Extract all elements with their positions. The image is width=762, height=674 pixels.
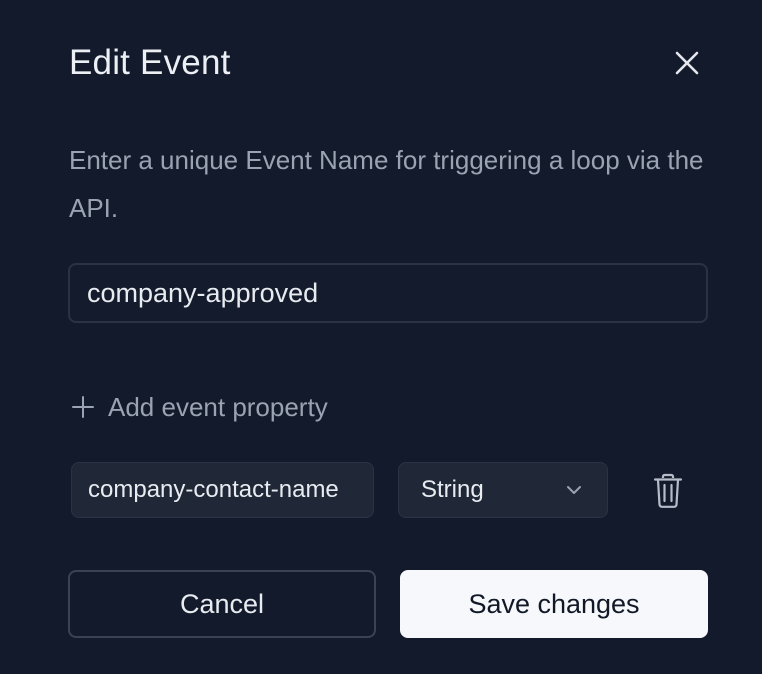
edit-event-dialog: Edit Event Enter a unique Event Name for… [0,0,762,674]
add-event-property-button[interactable]: Add event property [70,386,328,428]
trash-icon [653,473,683,508]
chevron-down-icon [563,479,585,501]
cancel-button[interactable]: Cancel [68,570,376,638]
plus-icon [70,394,96,420]
property-type-value: String [421,476,484,503]
property-name-input[interactable] [71,462,374,518]
delete-property-button[interactable] [648,470,688,512]
dialog-description: Enter a unique Event Name for triggering… [69,145,704,223]
close-button[interactable] [668,44,706,82]
event-name-input[interactable] [68,263,708,323]
property-type-select[interactable]: String [398,462,608,518]
dialog-title: Edit Event [69,43,231,82]
add-event-property-label: Add event property [108,391,328,422]
close-icon [675,51,699,75]
save-changes-button[interactable]: Save changes [400,570,708,638]
